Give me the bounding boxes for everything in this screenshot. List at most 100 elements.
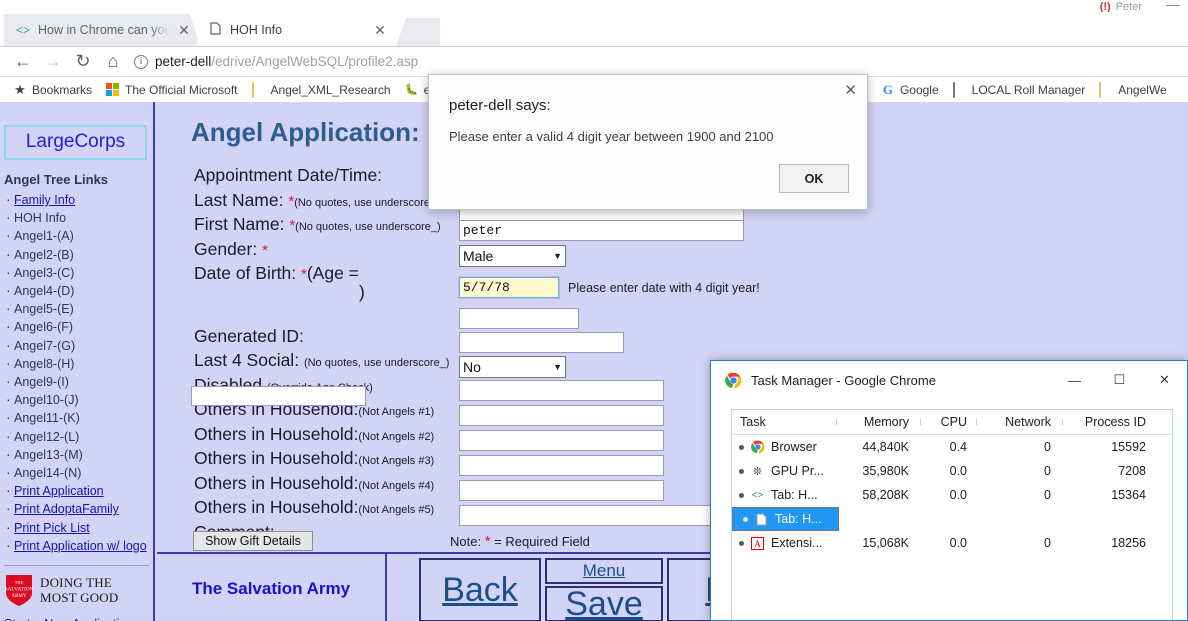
bookmark-angel-xml-research[interactable]: Angel_XML_Research: [245, 81, 398, 98]
sidebar-item-angel8[interactable]: Angel8-(H): [5, 354, 153, 373]
task-network: 0: [1044, 488, 1051, 502]
bookmark-label: Bookmarks: [32, 82, 93, 97]
generated-id-input[interactable]: [459, 308, 579, 329]
save-link[interactable]: Save: [565, 585, 643, 621]
table-row[interactable]: <> Tab: H... 58,208K 0.0 0 15364: [732, 483, 1172, 507]
sidebar-item-angel3[interactable]: Angel3-(C): [5, 263, 153, 282]
table-row[interactable]: A Extensi... 15,068K 0.0 0 18256: [732, 531, 1172, 555]
chevron-down-icon: ▼: [553, 362, 562, 372]
sidebar-item-angel11[interactable]: Angel11-(K): [5, 408, 153, 427]
reload-button[interactable]: ↻: [68, 48, 98, 76]
column-header-task[interactable]: Task: [732, 415, 836, 429]
address-bar[interactable]: i peter-dell/edrive/AngelWebSQL/profile2…: [134, 49, 1180, 75]
task-network: 0: [1044, 464, 1051, 478]
maximize-icon[interactable]: ☐: [1097, 361, 1142, 399]
sidebar-item-angel12[interactable]: Angel12-(L): [5, 427, 153, 446]
close-icon[interactable]: ✕: [176, 22, 192, 39]
gender-select[interactable]: Male ▼: [459, 245, 566, 267]
chrome-icon: [725, 372, 742, 389]
sidebar-item-angel6[interactable]: Angel6-(F): [5, 317, 153, 336]
puzzle-icon: ❊: [752, 465, 763, 478]
sidebar-item-angel1[interactable]: Angel1-(A): [5, 226, 153, 245]
sidebar-item-angel14[interactable]: Angel14-(N): [5, 463, 153, 482]
document-icon: [754, 512, 769, 527]
sidebar-item-hoh-info[interactable]: HOH Info: [5, 208, 153, 227]
task-name: Tab: H...: [771, 488, 818, 502]
back-link[interactable]: Back: [442, 571, 518, 610]
sidebar-item-angel7[interactable]: Angel7-(G): [5, 336, 153, 355]
back-nav-cell[interactable]: Back: [419, 558, 541, 621]
javascript-alert-dialog: ✕ peter-dell says: Please enter a valid …: [428, 74, 868, 210]
show-gift-details-button[interactable]: Show Gift Details: [193, 531, 313, 551]
sidebar-item-angel10[interactable]: Angel10-(J): [5, 390, 153, 409]
table-row[interactable]: Tab: H... 18,824K 0.0 0 6736: [732, 507, 1150, 531]
bookmark-microsoft[interactable]: The Official Microsoft: [99, 82, 244, 97]
forward-button[interactable]: →: [38, 48, 68, 76]
task-name: Browser: [771, 440, 817, 454]
last-4-social-input[interactable]: [459, 332, 624, 353]
corps-label: LargeCorps: [25, 131, 126, 152]
chevron-down-icon: ▼: [553, 251, 562, 261]
tab-hoh-info[interactable]: HOH Info ✕: [196, 14, 396, 46]
age-display-box: [191, 386, 366, 406]
close-icon[interactable]: ✕: [1142, 361, 1187, 399]
sidebar-item-print-pick-list[interactable]: Print Pick List: [5, 518, 153, 537]
close-icon[interactable]: ✕: [372, 22, 388, 39]
date-of-birth-input[interactable]: 5/7/78: [458, 276, 560, 299]
others-household-5-input[interactable]: [459, 480, 664, 501]
task-pid: 6736: [1122, 512, 1150, 526]
column-header-cpu[interactable]: CPU: [920, 415, 976, 429]
field-row-generated-id: Generated ID:: [194, 325, 304, 346]
column-header-network[interactable]: Network: [976, 415, 1062, 429]
back-button[interactable]: ←: [8, 48, 38, 76]
bookmark-local-roll-manager[interactable]: LOCAL Roll Manager: [946, 81, 1093, 98]
column-header-process-id[interactable]: Process ID: [1062, 415, 1158, 429]
start-new-application-link[interactable]: Start a New Application: [4, 616, 153, 621]
ok-button[interactable]: OK: [779, 164, 849, 193]
browser-toolbar: ← → ↻ ⌂ i peter-dell/edrive/AngelWebSQL/…: [0, 46, 1188, 76]
others-household-1-input[interactable]: [459, 380, 664, 401]
svg-text:ARMY: ARMY: [11, 594, 26, 599]
table-row[interactable]: ❊ GPU Pr... 35,980K 0.0 0 7208: [732, 459, 1172, 483]
others-household-4-input[interactable]: [459, 455, 664, 476]
sidebar-item-family-info[interactable]: Family Info: [5, 190, 153, 209]
sidebar-item-angel5[interactable]: Angel5-(E): [5, 299, 153, 318]
tab-how-in-chrome[interactable]: <> How in Chrome can you ✕: [4, 14, 200, 46]
table-row[interactable]: Browser 44,840K 0.4 0 15592: [732, 435, 1172, 459]
disabled-select[interactable]: No ▼: [459, 356, 566, 378]
close-icon[interactable]: ✕: [844, 83, 857, 98]
task-name: GPU Pr...: [771, 464, 824, 478]
first-name-input[interactable]: peter: [459, 220, 744, 241]
corps-badge[interactable]: LargeCorps: [4, 125, 147, 160]
field-row-last-name: Last Name: *(No quotes, use underscore_): [194, 189, 440, 210]
bookmark-google[interactable]: G Google: [874, 82, 946, 97]
column-header-memory[interactable]: Memory: [836, 415, 920, 429]
window-minimize-button[interactable]: [1166, 5, 1180, 6]
url-host: peter-dell: [155, 54, 212, 69]
sidebar-item-print-application[interactable]: Print Application: [5, 481, 153, 500]
bookmark-label: AngelWe: [1118, 82, 1167, 97]
sidebar-item-angel2[interactable]: Angel2-(B): [5, 245, 153, 264]
bookmark-angelweb[interactable]: AngelWe: [1092, 81, 1173, 98]
home-button[interactable]: ⌂: [98, 48, 128, 76]
sidebar-item-angel9[interactable]: Angel9-(I): [5, 372, 153, 391]
code-brackets-icon: <>: [751, 489, 764, 501]
menu-nav-cell[interactable]: Menu: [545, 558, 663, 584]
sidebar-item-print-application-logo[interactable]: Print Application w/ logo: [5, 536, 153, 555]
others-household-3-input[interactable]: [459, 430, 664, 451]
tab-partial[interactable]: [396, 18, 440, 46]
sidebar-item-angel4[interactable]: Angel4-(D): [5, 281, 153, 300]
tab-title: How in Chrome can you: [38, 23, 170, 37]
task-name: Tab: H...: [775, 512, 822, 526]
bookmark-bookmarks[interactable]: ★ Bookmarks: [6, 82, 99, 97]
sidebar-item-angel13[interactable]: Angel13-(M): [5, 445, 153, 464]
sidebar-item-print-adoptafamily[interactable]: Print AdoptaFamily: [5, 499, 153, 518]
field-row-others2: Others in Household:(Not Angels #2): [194, 423, 435, 444]
others-household-2-input[interactable]: [459, 405, 664, 426]
save-nav-cell[interactable]: Save: [545, 585, 663, 621]
minimize-icon[interactable]: —: [1052, 361, 1097, 399]
task-network: 0: [1048, 512, 1055, 526]
info-circle-icon[interactable]: i: [134, 54, 148, 69]
field-row-first-name: First Name: *(No quotes, use underscore_…: [194, 214, 441, 234]
menu-link[interactable]: Menu: [583, 561, 626, 581]
